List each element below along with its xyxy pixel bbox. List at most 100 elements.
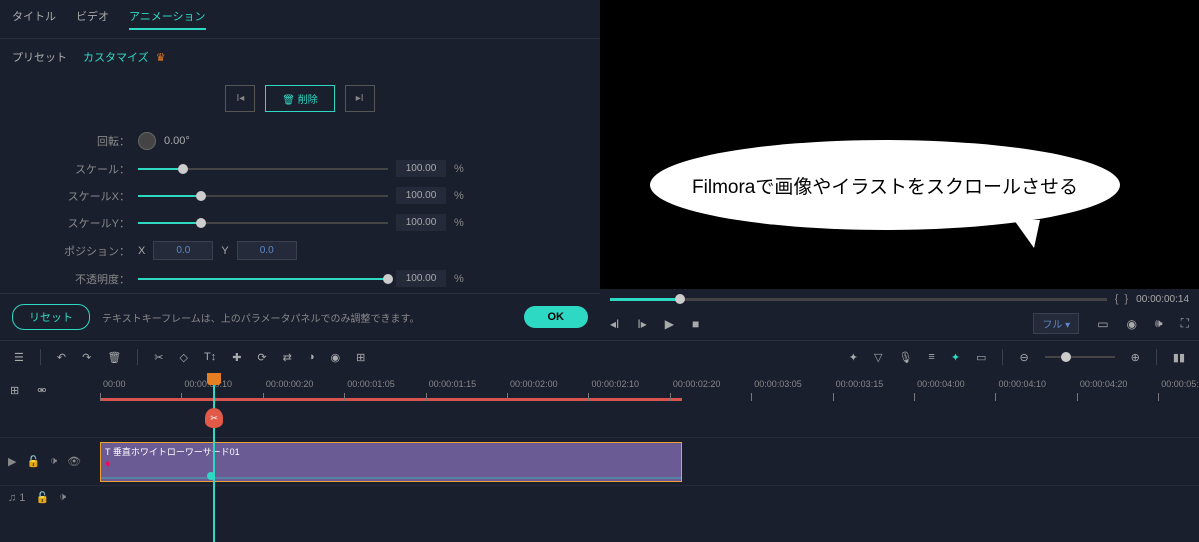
mic-icon[interactable]: 🎙 — [898, 351, 912, 364]
next-frame-button[interactable]: I▸ — [637, 317, 646, 331]
menu-icon[interactable]: ☰ — [14, 351, 24, 364]
fit-icon[interactable]: ▮▮ — [1173, 351, 1185, 364]
quality-select[interactable]: フル ▾ — [1033, 313, 1079, 334]
ok-button[interactable]: OK — [524, 306, 589, 328]
scaley-slider[interactable] — [138, 222, 388, 224]
scale-slider[interactable] — [138, 168, 388, 170]
track-link-icon[interactable]: ⚮ — [37, 384, 46, 397]
effects-icon[interactable]: ⊞ — [356, 351, 365, 364]
crop-icon[interactable]: ✚ — [232, 351, 241, 364]
fullscreen-icon[interactable]: ⛶ — [1181, 316, 1189, 331]
ruler-tick: 00:00:01:05 — [344, 393, 345, 401]
preview-viewport[interactable]: Filmoraで画像やイラストをスクロールさせる — [600, 0, 1199, 289]
position-x-value[interactable]: 0.0 — [153, 241, 213, 260]
timeline-ruler[interactable]: ✂ 00:0000:00:00:1000:00:00:2000:00:01:05… — [100, 373, 1199, 401]
ruler-tick: 00:00 — [100, 393, 101, 401]
speed-icon[interactable]: ⟳ — [257, 351, 266, 364]
keyframe-line — [101, 477, 681, 479]
opacity-slider[interactable] — [138, 278, 388, 280]
volume-icon[interactable]: 🕪 — [1155, 316, 1163, 331]
track-video-icon[interactable]: ▶ — [8, 455, 16, 468]
keyframe-diamond-icon: ♦ — [105, 458, 117, 470]
subtab-preset[interactable]: プリセット — [12, 49, 67, 65]
snapshot-icon[interactable]: ◉ — [1127, 317, 1137, 331]
rotation-value: 0.00° — [164, 135, 214, 147]
subtab-customize-label: カスタマイズ — [83, 52, 149, 64]
scale-pct: % — [454, 163, 464, 175]
zoom-in-icon[interactable]: ⊕ — [1131, 351, 1140, 364]
tab-video[interactable]: ビデオ — [76, 8, 109, 30]
color-icon[interactable]: ◑ — [308, 351, 315, 363]
position-x-label: X — [138, 245, 145, 257]
audio-mute-icon[interactable]: 🕩 — [59, 491, 66, 504]
subtab-customize[interactable]: カスタマイズ ♛ — [83, 49, 166, 65]
scale-value[interactable]: 100.00 — [396, 160, 446, 177]
audio-lock-icon[interactable]: 🔓 — [35, 491, 49, 504]
play-button[interactable]: ▶ — [665, 317, 674, 331]
opacity-value[interactable]: 100.00 — [396, 270, 446, 287]
tag-icon[interactable]: ◇ — [180, 351, 188, 364]
redo-icon[interactable]: ↷ — [82, 351, 91, 364]
quality-label: フル — [1042, 320, 1062, 331]
keyframe-icon[interactable]: ✦ — [951, 351, 960, 364]
playhead[interactable]: ✂ — [213, 373, 215, 542]
range-bar — [100, 398, 682, 401]
scalex-pct: % — [454, 190, 464, 202]
playhead-scissors-icon[interactable]: ✂ — [205, 408, 223, 428]
track-lock-icon[interactable]: 🔓 — [26, 455, 40, 468]
speech-bubble: Filmoraで画像やイラストをスクロールさせる — [650, 140, 1120, 230]
mixer-icon[interactable]: ≡ — [928, 351, 934, 363]
delete-icon[interactable]: 🗑 — [107, 351, 121, 364]
greenscreen-icon[interactable]: ◉ — [331, 351, 341, 364]
track-visible-icon[interactable]: 👁 — [67, 455, 81, 468]
zoom-slider[interactable] — [1045, 356, 1115, 358]
opacity-pct: % — [454, 273, 464, 285]
auto-icon[interactable]: ✦ — [849, 351, 858, 364]
timecode: 00:00:00:14 — [1136, 294, 1189, 305]
mark-out-icon[interactable]: } — [1124, 293, 1128, 305]
track-mute-icon[interactable]: 🕩 — [50, 455, 57, 468]
footer-hint: テキストキーフレームは、上のパラメータパネルでのみ調整できます。 — [102, 310, 512, 325]
position-y-label: Y — [221, 245, 228, 257]
seek-slider[interactable] — [610, 298, 1107, 301]
delete-keyframe-button[interactable]: 🗑 削除 — [265, 85, 334, 112]
prev-keyframe-button[interactable]: I◂ — [225, 85, 255, 112]
timeline-clip[interactable]: T 垂直ホワイトローワーサード01 ♦ — [100, 442, 682, 482]
next-keyframe-button[interactable]: ▸I — [345, 85, 375, 112]
rotation-knob[interactable] — [138, 132, 156, 150]
text-icon[interactable]: T↕ — [204, 351, 216, 363]
position-y-value[interactable]: 0.0 — [237, 241, 297, 260]
opacity-label: 不透明度： — [40, 271, 130, 287]
track-align-icon[interactable]: ⊞ — [10, 384, 19, 397]
clip-title: T 垂直ホワイトローワーサード01 — [105, 445, 677, 458]
ruler-tick: 00:00:02:10 — [588, 393, 589, 401]
scaley-pct: % — [454, 217, 464, 229]
delete-label: 削除 — [298, 95, 318, 106]
scale-label: スケール： — [40, 161, 130, 177]
scalex-value[interactable]: 100.00 — [396, 187, 446, 204]
ruler-tick: 00:00:00:10 — [181, 393, 182, 401]
zoom-out-icon[interactable]: ⊖ — [1019, 351, 1028, 364]
cut-icon[interactable]: ✂ — [154, 351, 163, 364]
stop-button[interactable]: ■ — [692, 317, 699, 331]
ruler-tick: 00:00:00:20 — [263, 393, 264, 401]
scaley-value[interactable]: 100.00 — [396, 214, 446, 231]
playhead-head-icon — [207, 373, 221, 385]
ruler-tick: 00:00:02:20 — [670, 393, 671, 401]
prev-frame-button[interactable]: ◂I — [610, 317, 619, 331]
render-icon[interactable]: ▭ — [976, 351, 986, 364]
position-label: ポジション： — [40, 243, 130, 259]
marker-icon[interactable]: ▽ — [874, 351, 882, 364]
settings-icon[interactable]: ⇄ — [283, 351, 292, 364]
mark-in-icon[interactable]: { — [1115, 293, 1119, 305]
audio-track-label: ♫ 1 — [8, 492, 25, 504]
reset-button[interactable]: リセット — [12, 304, 90, 330]
tab-animation[interactable]: アニメーション — [129, 8, 206, 30]
undo-icon[interactable]: ↶ — [57, 351, 66, 364]
ruler-tick: 00:00:03:05 — [751, 393, 752, 401]
divider — [1002, 349, 1003, 365]
display-icon[interactable]: ▭ — [1097, 317, 1108, 331]
scalex-slider[interactable] — [138, 195, 388, 197]
tab-title[interactable]: タイトル — [12, 8, 56, 30]
bubble-text: Filmoraで画像やイラストをスクロールさせる — [692, 172, 1078, 199]
